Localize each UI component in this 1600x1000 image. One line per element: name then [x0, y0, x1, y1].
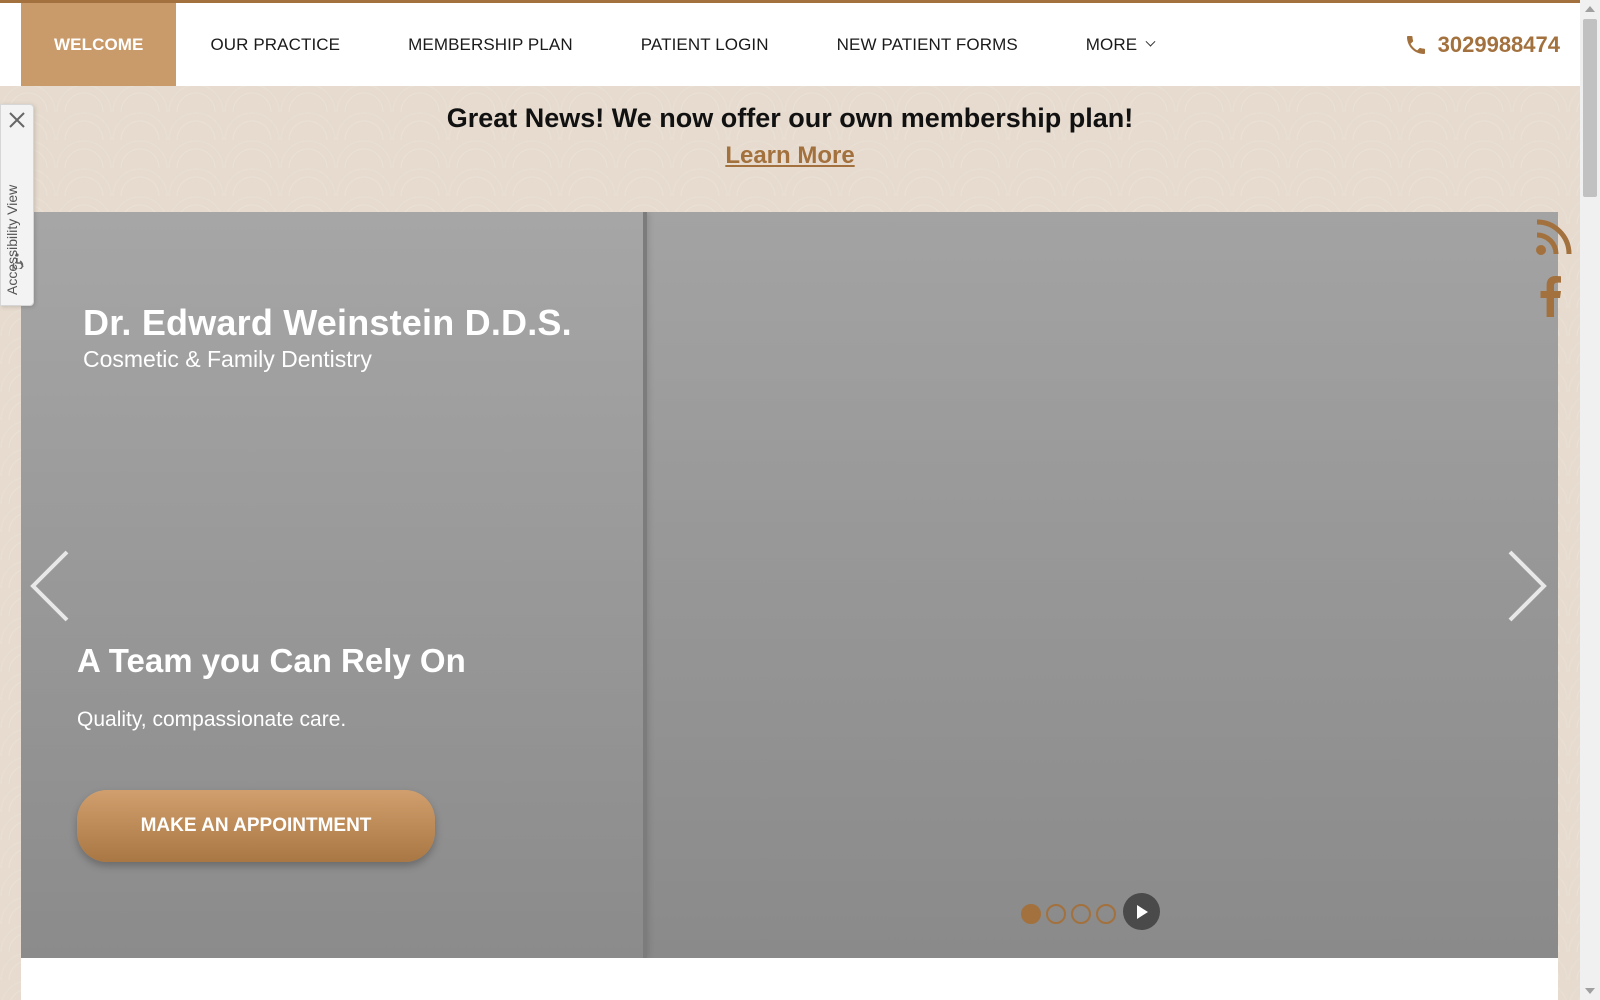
nav-item-membership-plan[interactable]: MEMBERSHIP PLAN	[374, 3, 607, 86]
slide-title: A Team you Can Rely On	[77, 642, 466, 679]
nav-item-our-practice[interactable]: OUR PRACTICE	[176, 3, 374, 86]
brand-block: Dr. Edward Weinstein D.D.S. Cosmetic & F…	[83, 302, 572, 373]
play-icon[interactable]	[1123, 893, 1160, 930]
brand-name: Dr. Edward Weinstein D.D.S.	[83, 302, 572, 343]
page-scrollbar[interactable]	[1580, 0, 1600, 1000]
nav-item-more-label: MORE	[1085, 34, 1138, 54]
nav-item-welcome[interactable]: WELCOME	[21, 3, 177, 86]
slide-text: Quality, compassionate care.	[77, 708, 347, 731]
slider-prev-arrow-icon[interactable]	[27, 548, 73, 629]
scrollbar-thumb[interactable]	[1583, 19, 1597, 197]
phone-number: 3029988474	[1437, 31, 1560, 57]
phone-icon	[1406, 35, 1425, 54]
accessibility-panel: Accessibility View	[0, 104, 34, 306]
brand-subtitle: Cosmetic & Family Dentistry	[83, 346, 372, 372]
slider-pagination	[1021, 893, 1160, 930]
learn-more-link[interactable]: Learn More	[725, 142, 854, 170]
facebook-icon[interactable]	[1535, 273, 1573, 322]
slider-next-arrow-icon[interactable]	[1504, 548, 1550, 629]
make-appointment-button[interactable]: MAKE AN APPOINTMENT	[77, 790, 435, 862]
content-area-start	[21, 958, 1558, 1000]
announcement-headline: Great News! We now offer our own members…	[446, 103, 1134, 133]
rss-icon[interactable]	[1535, 218, 1573, 261]
nav-item-new-patient-forms[interactable]: NEW PATIENT FORMS	[803, 3, 1052, 86]
slider-dot-1[interactable]	[1021, 903, 1041, 924]
chevron-down-icon	[1145, 36, 1156, 47]
close-icon[interactable]	[8, 111, 26, 134]
scroll-down-icon[interactable]	[1585, 988, 1595, 994]
announcement-banner: Great News! We now offer our own members…	[0, 86, 1580, 212]
accessibility-view-toggle[interactable]: Accessibility View	[4, 185, 20, 295]
nav-item-more[interactable]: MORE	[1052, 3, 1188, 86]
nav-item-patient-login[interactable]: PATIENT LOGIN	[607, 3, 803, 86]
phone-link[interactable]: 3029988474	[1404, 3, 1560, 86]
slider-dot-4[interactable]	[1096, 903, 1116, 924]
scroll-up-icon[interactable]	[1585, 6, 1595, 12]
main-nav: WELCOME OUR PRACTICE MEMBERSHIP PLAN PAT…	[21, 3, 1188, 86]
social-links	[1535, 218, 1573, 334]
site-header: WELCOME OUR PRACTICE MEMBERSHIP PLAN PAT…	[0, 3, 1580, 86]
hero-slider: Dr. Edward Weinstein D.D.S. Cosmetic & F…	[21, 212, 1558, 958]
slider-dot-3[interactable]	[1071, 903, 1091, 924]
slider-dot-2[interactable]	[1046, 903, 1066, 924]
